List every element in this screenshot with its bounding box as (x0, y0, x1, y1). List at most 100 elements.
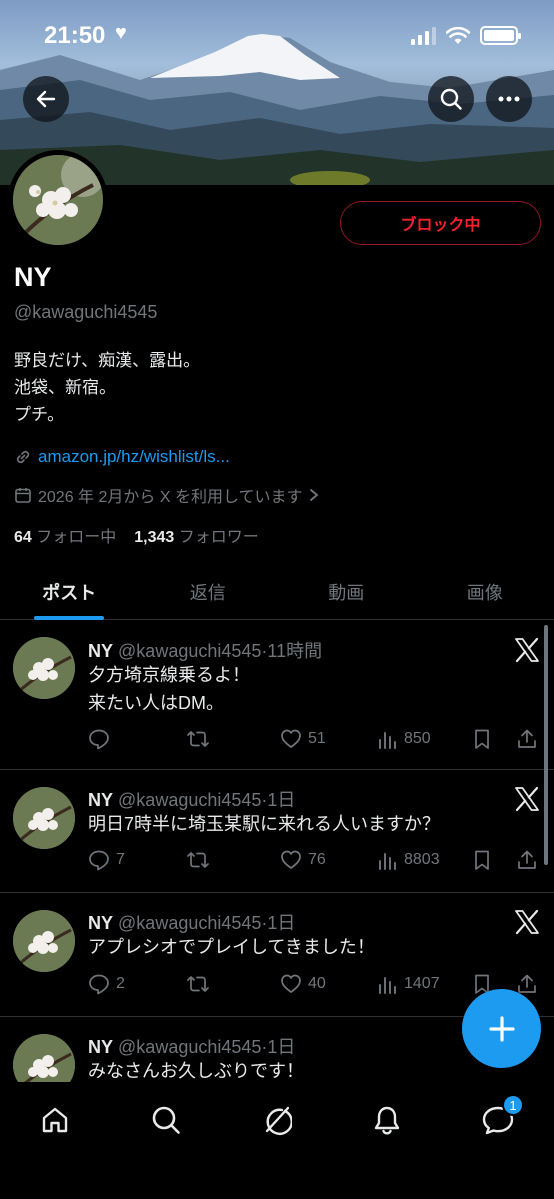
blossom-avatar-image (13, 910, 75, 972)
post-avatar[interactable] (13, 637, 75, 699)
tab-replies[interactable]: 返信 (139, 565, 278, 619)
reply-button[interactable] (88, 728, 116, 750)
views-button[interactable]: 8803 (376, 849, 440, 871)
like-count: 76 (308, 851, 326, 868)
post-actions: 7 76 8803 (88, 846, 540, 874)
post-header: NY @kawaguchi4545·1日 (88, 1037, 296, 1057)
views-icon (379, 853, 396, 870)
tab-posts[interactable]: ポスト (0, 565, 139, 619)
post-handle: @kawaguchi4545 (118, 913, 262, 933)
battery-icon (480, 26, 521, 45)
nav-messages[interactable]: 1 (478, 1094, 524, 1140)
joined-date[interactable]: 2026 年 2月から X を利用しています (14, 483, 320, 507)
blossom-avatar-image (13, 155, 103, 245)
like-button[interactable]: 76 (280, 849, 326, 871)
repost-button[interactable] (186, 728, 210, 750)
profile-bio: 野良だけ、痴漢、露出。 池袋、新宿。 プチ。 (14, 347, 200, 428)
share-button[interactable] (516, 728, 538, 750)
post-line: みなさんお久しぶりです！ (88, 1061, 304, 1081)
signal-icon (411, 26, 436, 45)
post-author-name: NY (88, 1037, 114, 1057)
nav-notifications[interactable] (367, 1100, 407, 1140)
post-avatar[interactable] (13, 787, 75, 849)
post-text: 夕方埼京線乗るよ！ 来たい人はDM。 (88, 661, 250, 717)
feed-scrollbar[interactable] (544, 625, 548, 865)
post-avatar[interactable] (13, 910, 75, 972)
blossom-avatar-image (13, 787, 75, 849)
post-time: 1日 (267, 1037, 296, 1057)
blossom-avatar-image (13, 637, 75, 699)
like-icon (281, 850, 301, 869)
x-logo-icon (515, 786, 539, 812)
post-item[interactable]: NY @kawaguchi4545·1日 明日7時半に埼玉某駅に来れる人いますか… (0, 770, 554, 893)
repost-icon (187, 731, 209, 747)
bookmark-button[interactable] (472, 849, 492, 871)
like-count: 51 (308, 730, 326, 747)
profile-link[interactable]: amazon.jp/hz/wishlist/ls... (14, 447, 230, 467)
share-button[interactable] (516, 973, 538, 995)
status-bar: 21:50 ♥ (0, 0, 554, 70)
x-logo-icon (515, 637, 539, 663)
compose-button[interactable] (462, 989, 541, 1068)
post-line: 明日7時半に埼玉某駅に来れる人いますか？ (88, 814, 441, 834)
status-icons (411, 26, 521, 45)
search-button[interactable] (428, 76, 474, 122)
search-icon (440, 88, 462, 110)
repost-button[interactable] (186, 849, 210, 871)
reply-button[interactable]: 7 (88, 849, 125, 871)
tab-videos[interactable]: 動画 (277, 565, 416, 619)
repost-button[interactable] (186, 973, 210, 995)
share-button[interactable] (516, 849, 538, 871)
bookmark-icon (475, 850, 489, 870)
nav-search[interactable] (146, 1100, 186, 1140)
views-button[interactable]: 1407 (376, 973, 440, 995)
back-button[interactable] (23, 76, 69, 122)
joined-text: 2026 年 2月から X を利用しています (38, 489, 303, 506)
post-author-name: NY (88, 913, 114, 933)
repost-icon (187, 852, 209, 868)
post-line: 来たい人はDM。 (88, 693, 224, 713)
more-button[interactable] (486, 76, 532, 122)
views-icon (379, 732, 396, 749)
reply-icon (89, 729, 109, 750)
post-text: みなさんお久しぶりです！ (88, 1057, 304, 1082)
following-link[interactable]: 64 フォロー中 (14, 523, 116, 547)
bookmark-button[interactable] (472, 728, 492, 750)
followers-label: フォロワー (178, 529, 259, 546)
reply-icon (89, 974, 109, 995)
views-icon (379, 977, 396, 994)
post-actions: 2 40 1407 (88, 970, 540, 998)
grok-icon (265, 1106, 292, 1135)
nav-home[interactable] (35, 1100, 75, 1140)
profile-tabs: ポスト 返信 動画 画像 (0, 565, 554, 620)
more-icon (498, 96, 520, 102)
followers-link[interactable]: 1,343 フォロワー (134, 523, 259, 547)
messages-badge: 1 (502, 1094, 524, 1116)
compose-plus-icon (488, 1015, 515, 1042)
nav-grok[interactable] (256, 1100, 296, 1140)
views-button[interactable]: 850 (376, 728, 431, 750)
following-count: 64 (14, 529, 32, 546)
home-icon (42, 1107, 68, 1133)
bottom-nav: 1 (0, 1082, 554, 1199)
post-item[interactable]: NY @kawaguchi4545·11時間 夕方埼京線乗るよ！ 来たい人はDM… (0, 621, 554, 770)
blocked-button[interactable]: ブロック中 (340, 201, 541, 245)
post-time: 1日 (267, 790, 296, 810)
bookmark-icon (475, 729, 489, 749)
heart-icon: ♥ (115, 22, 127, 44)
post-line: 夕方埼京線乗るよ！ (88, 665, 250, 685)
post-text: 明日7時半に埼玉某駅に来れる人いますか？ (88, 810, 440, 838)
share-icon (518, 974, 536, 993)
like-button[interactable]: 51 (280, 728, 326, 750)
post-avatar[interactable] (13, 1034, 75, 1082)
status-time: 21:50 (44, 22, 106, 49)
bio-line: プチ。 (14, 405, 65, 424)
tab-images[interactable]: 画像 (416, 565, 554, 619)
like-button[interactable]: 40 (280, 973, 326, 995)
reply-button[interactable]: 2 (88, 973, 125, 995)
share-icon (518, 729, 536, 748)
post-text: アプレシオでプレイしてきました！ (88, 933, 375, 961)
profile-avatar[interactable] (8, 150, 108, 250)
post-item[interactable]: NY @kawaguchi4545·1日 アプレシオでプレイしてきました！ 2 … (0, 893, 554, 1017)
link-text[interactable]: amazon.jp/hz/wishlist/ls... (38, 447, 230, 467)
